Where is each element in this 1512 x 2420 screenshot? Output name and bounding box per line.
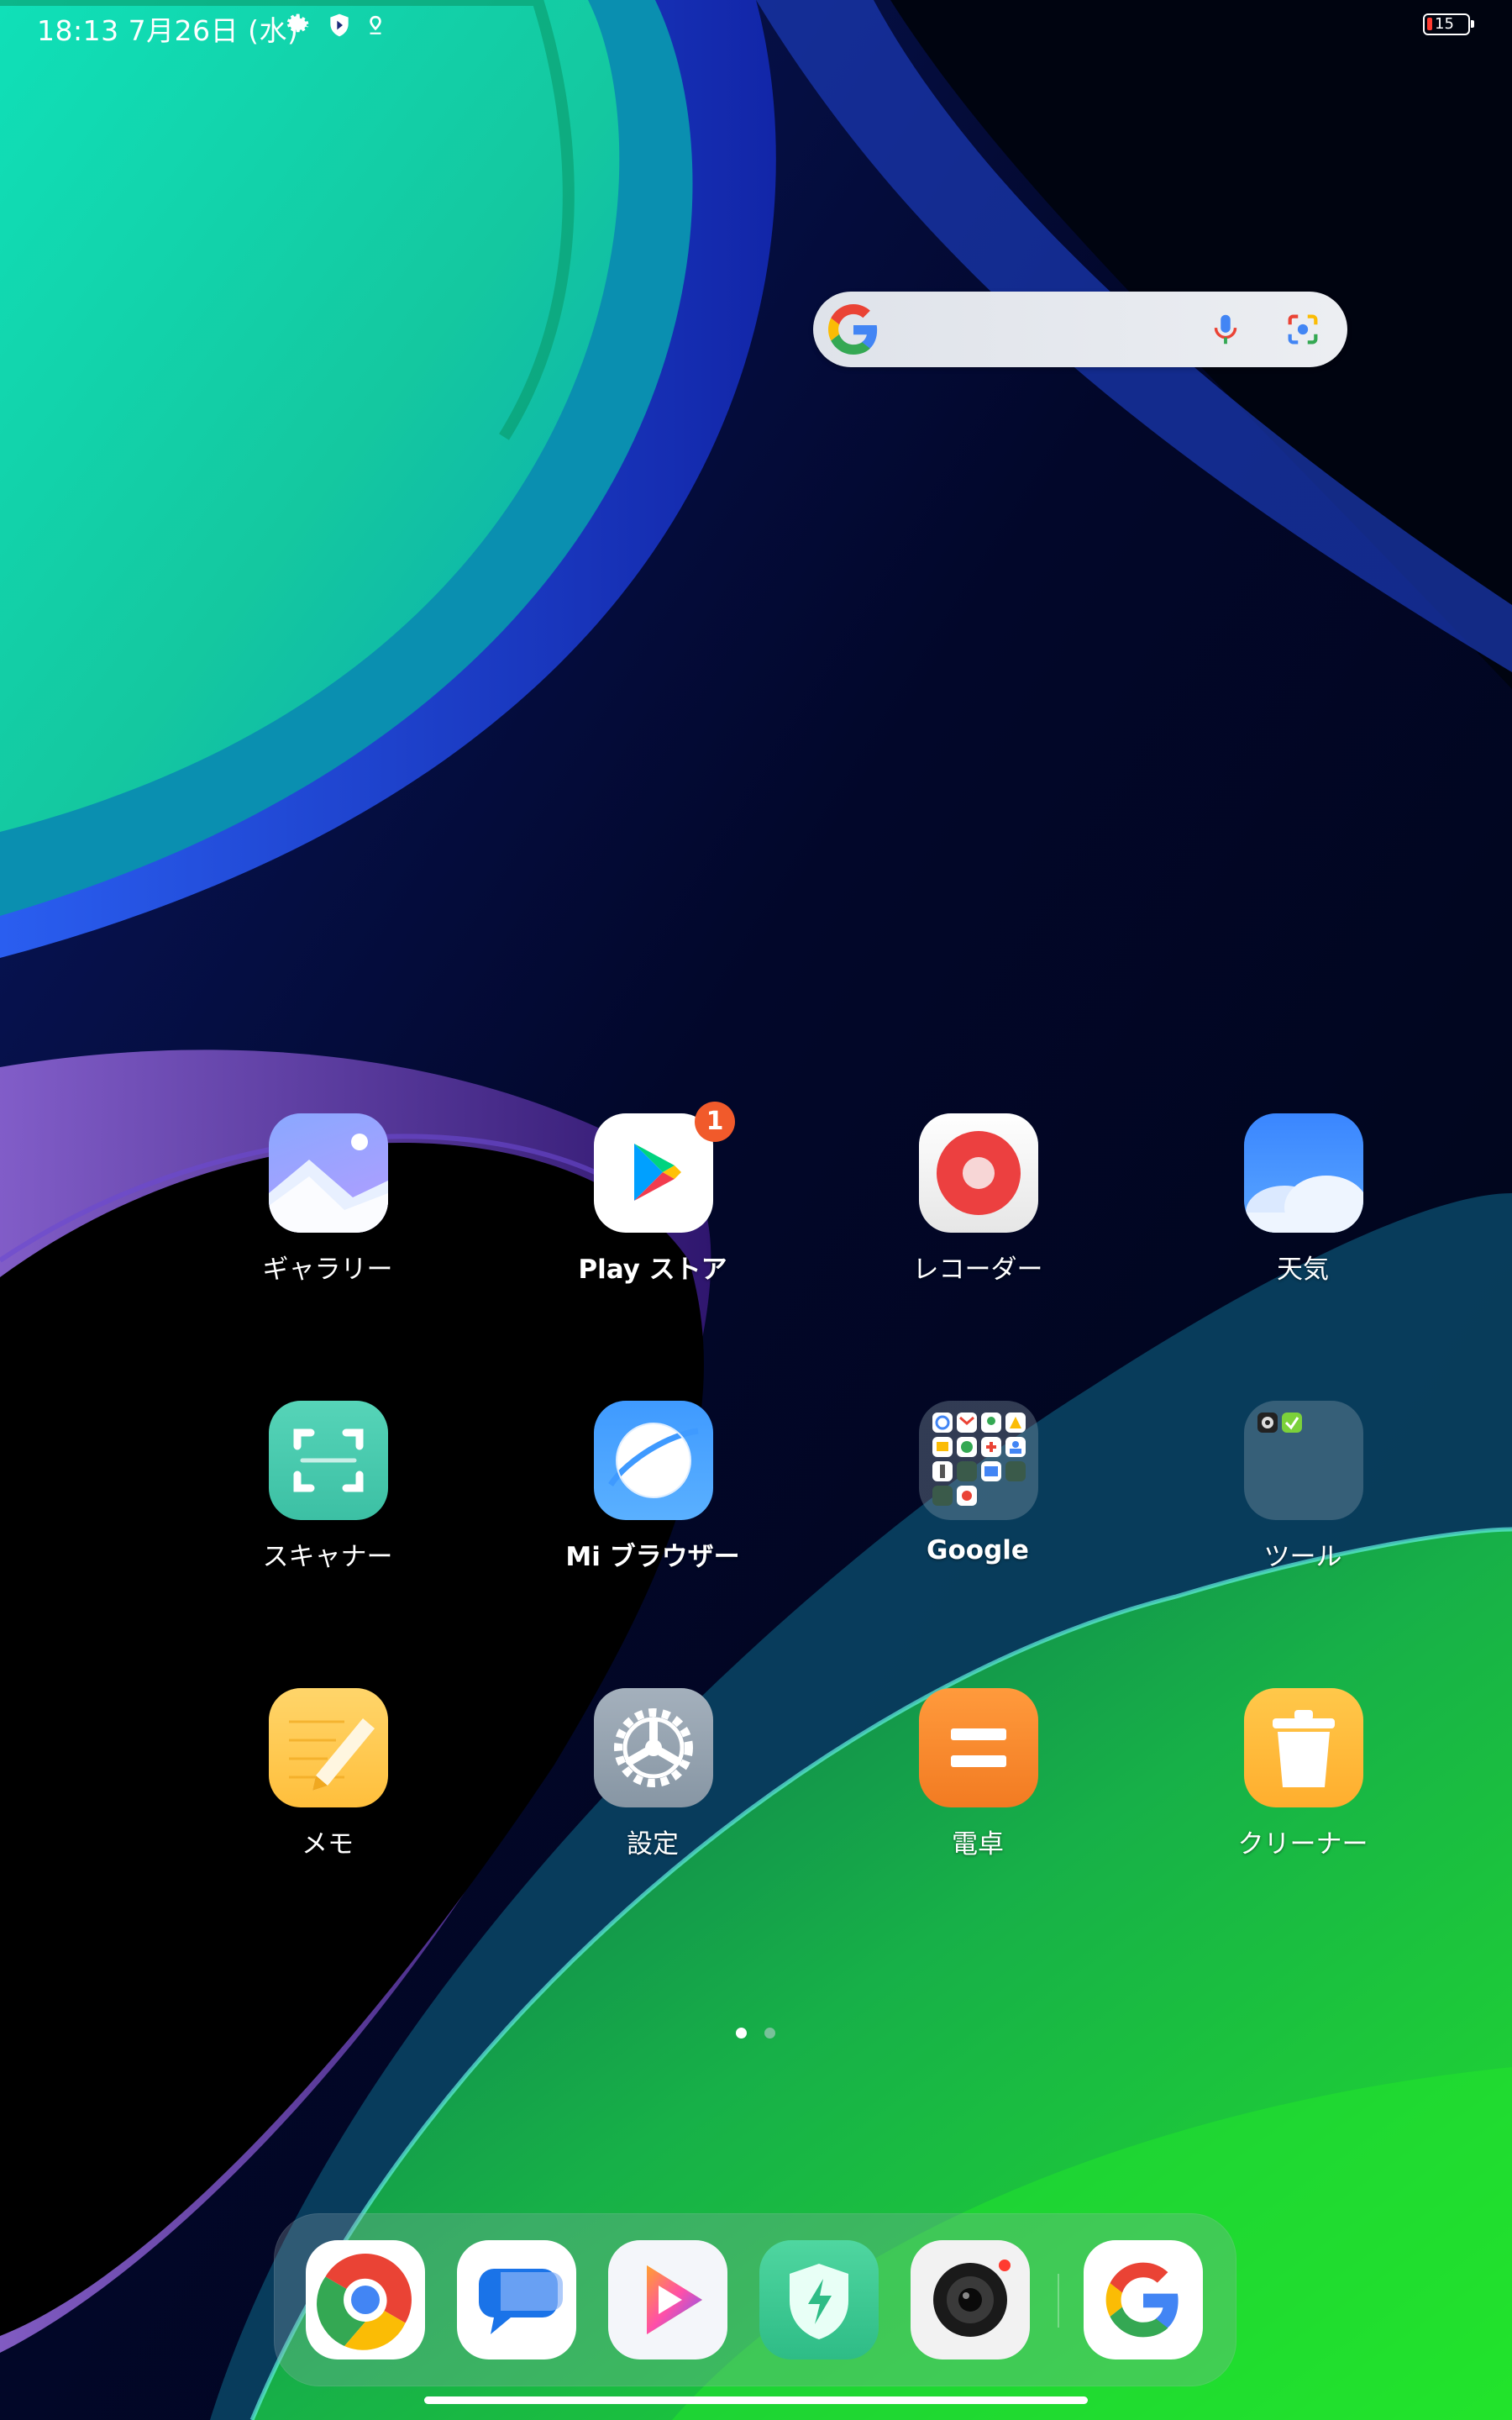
dock-separator <box>1058 2274 1059 2328</box>
folder-icon <box>919 1401 1038 1520</box>
browser-icon <box>594 1401 713 1520</box>
status-bar: 18:13 7月26日 (水) 15 <box>0 0 1512 52</box>
scanner-icon <box>269 1401 388 1520</box>
gear-icon <box>286 13 309 33</box>
app-mi-browser[interactable]: Mi ブラウザー <box>535 1401 770 1586</box>
chrome-icon[interactable] <box>306 2240 425 2360</box>
folder-google[interactable]: Google <box>860 1401 1095 1586</box>
google-g-icon <box>828 304 878 355</box>
battery-level: 15 <box>1435 15 1454 33</box>
notes-icon <box>269 1688 388 1807</box>
app-gallery[interactable]: ギャラリー <box>210 1113 445 1298</box>
messages-icon[interactable] <box>457 2240 576 2360</box>
app-label: 天気 <box>1277 1255 1329 1285</box>
app-play-store[interactable]: 1 Play ストア <box>535 1102 770 1298</box>
camera-icon[interactable] <box>911 2240 1030 2360</box>
app-weather[interactable]: 天気 <box>1185 1113 1420 1298</box>
app-label: レコーダー <box>912 1255 1043 1285</box>
app-settings[interactable]: 設定 <box>535 1688 770 1873</box>
shield-icon <box>330 13 349 37</box>
weather-icon <box>1244 1113 1363 1233</box>
app-label: ツール <box>1263 1542 1342 1572</box>
app-label: Play ストア <box>578 1255 727 1285</box>
recorder-icon <box>919 1113 1038 1233</box>
page-dot[interactable] <box>764 2028 775 2039</box>
calculator-icon <box>919 1688 1038 1807</box>
google-search-widget[interactable] <box>813 292 1347 367</box>
app-label: メモ <box>302 1829 354 1860</box>
gallery-icon <box>269 1113 388 1233</box>
app-label: ギャラリー <box>262 1255 393 1285</box>
status-time-date: 18:13 7月26日 (水) <box>37 14 299 47</box>
app-label: クリーナー <box>1237 1829 1368 1860</box>
app-scanner[interactable]: スキャナー <box>210 1401 445 1586</box>
app-recorder[interactable]: レコーダー <box>860 1113 1095 1298</box>
page-indicator <box>736 2028 786 2039</box>
battery-indicator: 15 <box>1423 13 1474 35</box>
app-label: 設定 <box>627 1829 679 1860</box>
google-lens-icon[interactable] <box>1284 310 1322 349</box>
video-player-icon[interactable] <box>608 2240 727 2360</box>
settings-gear-icon <box>594 1688 713 1807</box>
app-calculator[interactable]: 電卓 <box>860 1688 1095 1873</box>
dock <box>274 2213 1236 2386</box>
app-label: 電卓 <box>952 1829 1004 1860</box>
cleaner-icon <box>1244 1688 1363 1807</box>
app-label: Google <box>927 1535 1029 1565</box>
app-cleaner[interactable]: クリーナー <box>1185 1688 1420 1873</box>
play-store-icon <box>594 1113 713 1233</box>
page-dot-active <box>736 2028 747 2039</box>
google-icon[interactable] <box>1084 2240 1203 2360</box>
folder-tools[interactable]: ツール <box>1185 1401 1420 1586</box>
app-notes[interactable]: メモ <box>210 1688 445 1873</box>
notification-badge: 1 <box>695 1102 735 1142</box>
microphone-icon[interactable] <box>1206 310 1245 349</box>
security-icon[interactable] <box>759 2240 879 2360</box>
gesture-home-bar[interactable] <box>424 2396 1088 2404</box>
app-label: スキャナー <box>262 1542 393 1572</box>
location-icon <box>370 15 381 34</box>
app-label: Mi ブラウザー <box>565 1542 740 1572</box>
folder-icon <box>1244 1401 1363 1520</box>
